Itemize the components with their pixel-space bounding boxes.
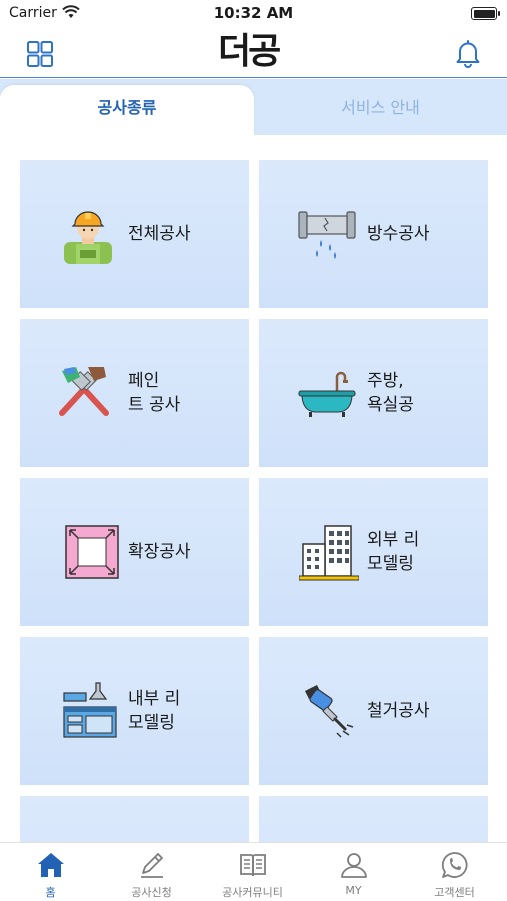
category-label: 전체공사 — [128, 224, 191, 244]
nav-label: 홈 — [45, 886, 56, 899]
app-bar: 더공 — [0, 28, 507, 78]
nav-label: 고객센터 — [434, 886, 475, 899]
nav-community[interactable]: 공사커뮤니티 — [202, 843, 303, 901]
grid-icon[interactable] — [26, 40, 54, 68]
book-icon — [240, 854, 266, 877]
category-label: 외부 리 모델링 — [367, 530, 420, 574]
expand-frame-icon — [65, 525, 119, 579]
battery-icon — [471, 7, 500, 20]
home-icon — [38, 853, 64, 877]
category-card-exterior[interactable]: 외부 리 모델링 — [259, 478, 488, 626]
tab-service-guide[interactable]: 서비스 안내 — [254, 85, 507, 135]
bottom-nav: 홈 공사신청 공사커뮤니티 MY 고객센터 — [0, 842, 507, 900]
status-bar: Carrier 10:32 AM — [0, 0, 507, 28]
whatsapp-icon — [441, 852, 468, 878]
category-card-paint[interactable]: 페인 트 공사 — [20, 319, 249, 467]
jackhammer-icon — [305, 685, 354, 738]
category-card-partial[interactable] — [20, 796, 249, 842]
tab-bar: 공사종류 서비스 안내 — [0, 79, 507, 135]
person-icon — [341, 853, 367, 878]
nav-label: 공사커뮤니티 — [222, 886, 283, 899]
category-card-waterproof[interactable]: 방수공사 — [259, 160, 488, 308]
kitchen-icon — [63, 682, 117, 738]
category-grid: 전체공사 방수공사 페인 트 공사 주방, 욕실공 확장공사 외부 리 모델링 … — [0, 135, 507, 842]
app-logo[interactable]: 더공 — [218, 30, 290, 76]
leaking-pipe-icon — [298, 211, 356, 259]
paint-brushes-icon — [59, 367, 109, 416]
category-label: 페인 트 공사 — [128, 371, 181, 415]
nav-support[interactable]: 고객센터 — [404, 843, 505, 901]
category-label: 방수공사 — [367, 224, 430, 244]
nav-apply[interactable]: 공사신청 — [101, 843, 202, 901]
category-label: 내부 리 모델링 — [128, 689, 181, 733]
category-card-kitchen-bath[interactable]: 주방, 욕실공 — [259, 319, 488, 467]
category-label: 주방, 욕실공 — [367, 371, 414, 415]
category-card-interior[interactable]: 내부 리 모델링 — [20, 637, 249, 785]
nav-label: MY — [345, 884, 362, 897]
pencil-icon — [141, 853, 163, 878]
category-card-all[interactable]: 전체공사 — [20, 160, 249, 308]
building-icon — [299, 525, 359, 581]
nav-my[interactable]: MY — [303, 843, 404, 901]
clock: 10:32 AM — [213, 4, 294, 22]
category-card-demolition[interactable]: 철거공사 — [259, 637, 488, 785]
tab-construction-types[interactable]: 공사종류 — [0, 85, 254, 135]
nav-label: 공사신청 — [131, 886, 172, 899]
logo-text: 더공 — [218, 31, 281, 72]
bell-icon[interactable] — [453, 38, 483, 68]
category-label: 확장공사 — [128, 542, 191, 562]
worker-icon — [64, 211, 112, 264]
category-card-expansion[interactable]: 확장공사 — [20, 478, 249, 626]
category-card-partial[interactable] — [259, 796, 488, 842]
category-label: 철거공사 — [367, 701, 430, 721]
nav-home[interactable]: 홈 — [0, 843, 101, 901]
bathtub-icon — [298, 371, 356, 417]
